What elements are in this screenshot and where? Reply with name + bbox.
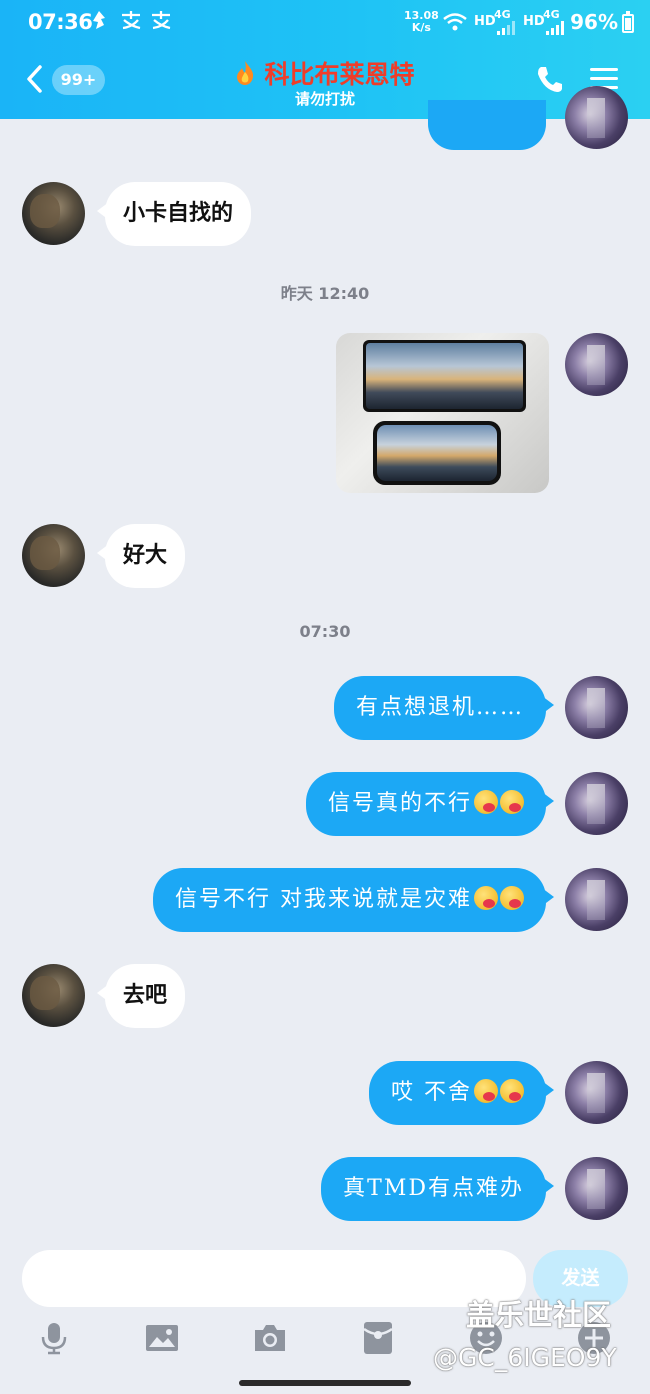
watermark-handle: @GC_6IGEO9Y: [433, 1343, 617, 1372]
watermark-title: 盖乐世社区: [466, 1298, 612, 1332]
contact-name: 科比布莱恩特: [264, 60, 415, 89]
contact-avatar[interactable]: [22, 182, 85, 245]
signal-icon-2: [545, 20, 567, 39]
hd-label-2: HD: [523, 14, 545, 29]
wifi-icon: [442, 12, 468, 36]
emoji-icon: [474, 886, 498, 910]
status-bar: 07:36 13.08 K/s HD 4G HD 4G 96%: [0, 0, 650, 46]
message-text: 信号真的不行: [327, 791, 472, 816]
my-avatar[interactable]: [565, 676, 628, 739]
message-text: 哎 不舍: [391, 1080, 472, 1105]
alipay-icon: [120, 10, 142, 35]
emoji-icon: [474, 1079, 498, 1103]
message-bubble-outgoing[interactable]: 信号真的不行: [305, 772, 555, 836]
message-text: 信号不行 对我来说就是灾难: [175, 887, 472, 912]
message-input[interactable]: [22, 1250, 526, 1307]
net-speed: 13.08 K/s: [404, 10, 439, 34]
alipay-icon-2: [150, 10, 172, 35]
home-indicator[interactable]: [239, 1380, 411, 1386]
signal-icon-1: [496, 20, 518, 39]
battery-icon: [622, 11, 634, 33]
emoji-icon: [474, 790, 498, 814]
my-avatar[interactable]: [565, 772, 628, 835]
red-packet-icon[interactable]: [360, 1320, 396, 1356]
my-avatar[interactable]: [565, 868, 628, 931]
emoji-icon: [500, 1079, 524, 1103]
message-bubble-incoming[interactable]: 好大: [96, 524, 186, 588]
clock: 07:36: [28, 10, 93, 34]
image-icon[interactable]: [144, 1320, 180, 1356]
voice-icon[interactable]: [36, 1320, 72, 1356]
message-timestamp: 07:30: [299, 622, 351, 641]
dingtalk-icon: [90, 10, 108, 35]
message-bubble-outgoing[interactable]: 信号不行 对我来说就是灾难: [153, 868, 554, 932]
message-text: 好大: [123, 543, 168, 568]
my-avatar[interactable]: [565, 1157, 628, 1220]
message-bubble-incoming[interactable]: 小卡自找的: [96, 182, 252, 246]
camera-icon[interactable]: [252, 1320, 288, 1356]
message-bubble-incoming[interactable]: 去吧: [96, 964, 186, 1028]
chat-header: 07:36 13.08 K/s HD 4G HD 4G 96% 99+ 科比布莱…: [0, 0, 650, 119]
message-timestamp: 昨天 12:40: [280, 284, 370, 303]
net-speed-unit: K/s: [411, 21, 431, 34]
my-avatar[interactable]: [565, 333, 628, 396]
contact-avatar[interactable]: [22, 524, 85, 587]
photo-phone-large: [363, 340, 526, 412]
message-bubble-outgoing[interactable]: 有点想退机……: [333, 676, 555, 740]
battery-percent: 96%: [570, 10, 618, 34]
message-text: 有点想退机……: [355, 695, 524, 720]
partial-message-bubble[interactable]: [428, 100, 546, 150]
phone-call-icon[interactable]: [535, 64, 563, 94]
contact-avatar[interactable]: [22, 964, 85, 1027]
message-bubble-outgoing[interactable]: 哎 不舍: [369, 1061, 554, 1125]
my-avatar[interactable]: [565, 86, 628, 149]
hd-label-1: HD: [474, 14, 496, 29]
message-text: 真TMD有点难办: [343, 1176, 524, 1201]
image-message[interactable]: [336, 333, 549, 493]
fire-icon: [235, 60, 255, 86]
photo-phone-small: [373, 421, 501, 485]
message-text: 小卡自找的: [123, 201, 234, 226]
message-text: 去吧: [123, 983, 168, 1008]
my-avatar[interactable]: [565, 1061, 628, 1124]
emoji-icon: [500, 790, 524, 814]
message-bubble-outgoing[interactable]: 真TMD有点难办: [321, 1157, 554, 1221]
emoji-icon: [500, 886, 524, 910]
